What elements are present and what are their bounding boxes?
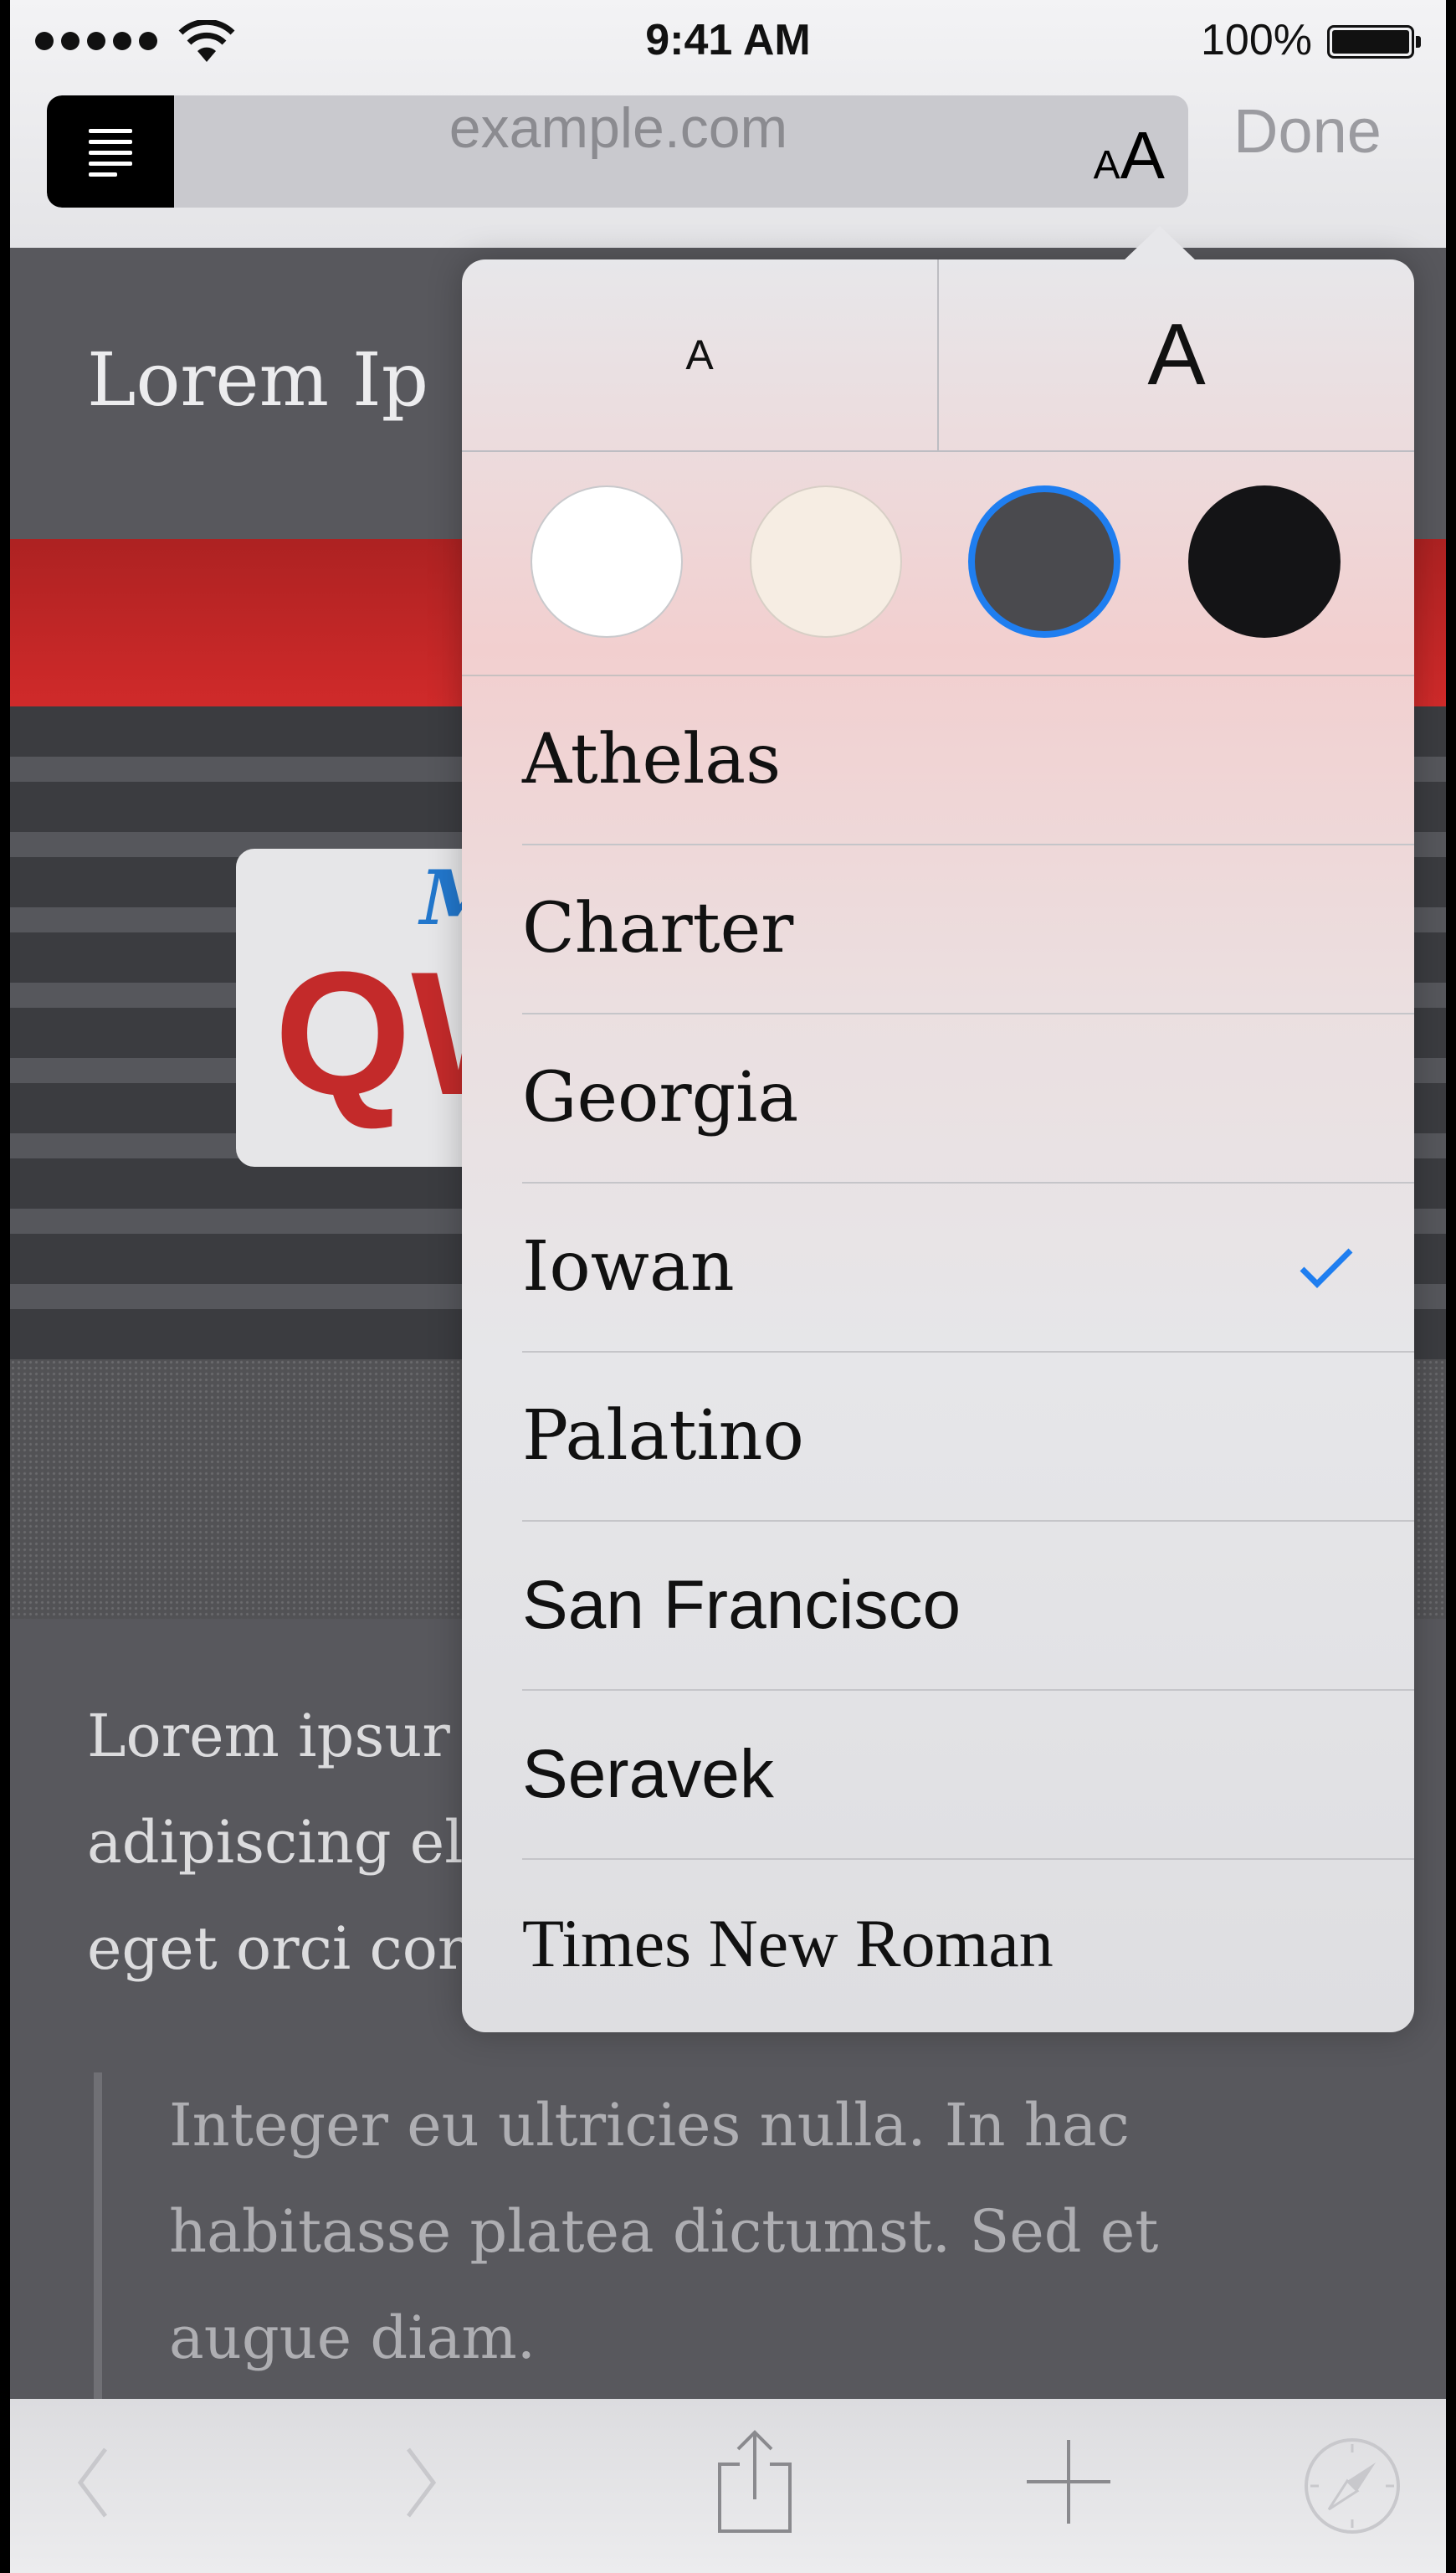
font-item-seravek[interactable]: Seravek: [462, 1691, 1414, 1860]
font-item-athelas[interactable]: Athelas: [462, 676, 1414, 845]
font-name: Charter: [522, 889, 794, 968]
reader-icon[interactable]: [47, 95, 174, 208]
font-item-charter[interactable]: Charter: [462, 845, 1414, 1014]
font-item-iowan[interactable]: Iowan: [462, 1184, 1414, 1353]
url-text[interactable]: example.com: [174, 95, 1063, 208]
font-item-san-francisco[interactable]: San Francisco: [462, 1522, 1414, 1691]
forward-icon[interactable]: [395, 2441, 445, 2524]
battery-percent: 100%: [1201, 16, 1312, 64]
font-name: San Francisco: [522, 1567, 961, 1643]
article-paragraph: Lorem ipsur adipiscing el eget orci cor: [87, 1683, 465, 2002]
font-name: Athelas: [522, 720, 782, 799]
font-size-row: A A: [462, 259, 1414, 452]
article-blockquote: Integer eu ultricies nulla. In hac habit…: [94, 2072, 1158, 2407]
font-item-georgia[interactable]: Georgia: [462, 1014, 1414, 1184]
font-item-times-new-roman[interactable]: Times New Roman: [462, 1860, 1414, 2029]
share-icon[interactable]: [713, 2427, 797, 2536]
top-bar: 9:41 AM 100% example.com AA Done: [10, 0, 1446, 248]
increase-font-size-button[interactable]: A: [939, 259, 1414, 450]
font-name: Georgia: [522, 1058, 799, 1138]
theme-gray-swatch[interactable]: [968, 485, 1120, 638]
theme-white-swatch[interactable]: [531, 485, 683, 638]
safari-window: 9:41 AM 100% example.com AA Done Lorem I…: [10, 0, 1446, 2573]
decrease-font-size-button[interactable]: A: [462, 259, 937, 450]
article-headline: Lorem Ip: [87, 336, 429, 423]
theme-row: [462, 450, 1414, 676]
reader-settings-popover: A A Athelas Charter Georgia Iowan Palati…: [462, 226, 1414, 2032]
font-name: Seravek: [522, 1736, 774, 1812]
quote-line: Integer eu ultricies nulla. In hac: [169, 2091, 1130, 2160]
battery-icon: [1327, 25, 1421, 59]
quote-line: habitasse platea dictumst. Sed et: [169, 2197, 1159, 2266]
theme-sepia-swatch[interactable]: [750, 485, 902, 638]
aa-big-label: A: [1120, 118, 1165, 193]
address-bar[interactable]: example.com AA: [47, 95, 1188, 208]
text-size-button[interactable]: AA: [1094, 117, 1165, 194]
done-button[interactable]: Done: [1233, 95, 1382, 208]
font-item-palatino[interactable]: Palatino: [462, 1353, 1414, 1522]
add-icon[interactable]: [1023, 2436, 1115, 2528]
font-name: Iowan: [522, 1227, 735, 1307]
back-icon[interactable]: [69, 2441, 119, 2524]
bottom-toolbar: [10, 2399, 1446, 2573]
font-name: Palatino: [522, 1396, 804, 1476]
aa-small-label: A: [1093, 143, 1120, 187]
font-name: Times New Roman: [522, 1905, 1054, 1981]
theme-black-swatch[interactable]: [1188, 485, 1341, 638]
quote-line: augue diam.: [169, 2303, 536, 2372]
paragraph-line: adipiscing el: [87, 1808, 464, 1877]
status-bar: 9:41 AM 100%: [10, 0, 1446, 87]
paragraph-line: eget orci cor: [87, 1914, 466, 1983]
checkmark-icon: [1300, 1248, 1353, 1288]
compass-icon[interactable]: [1302, 2436, 1402, 2536]
paragraph-line: Lorem ipsur: [87, 1702, 450, 1770]
